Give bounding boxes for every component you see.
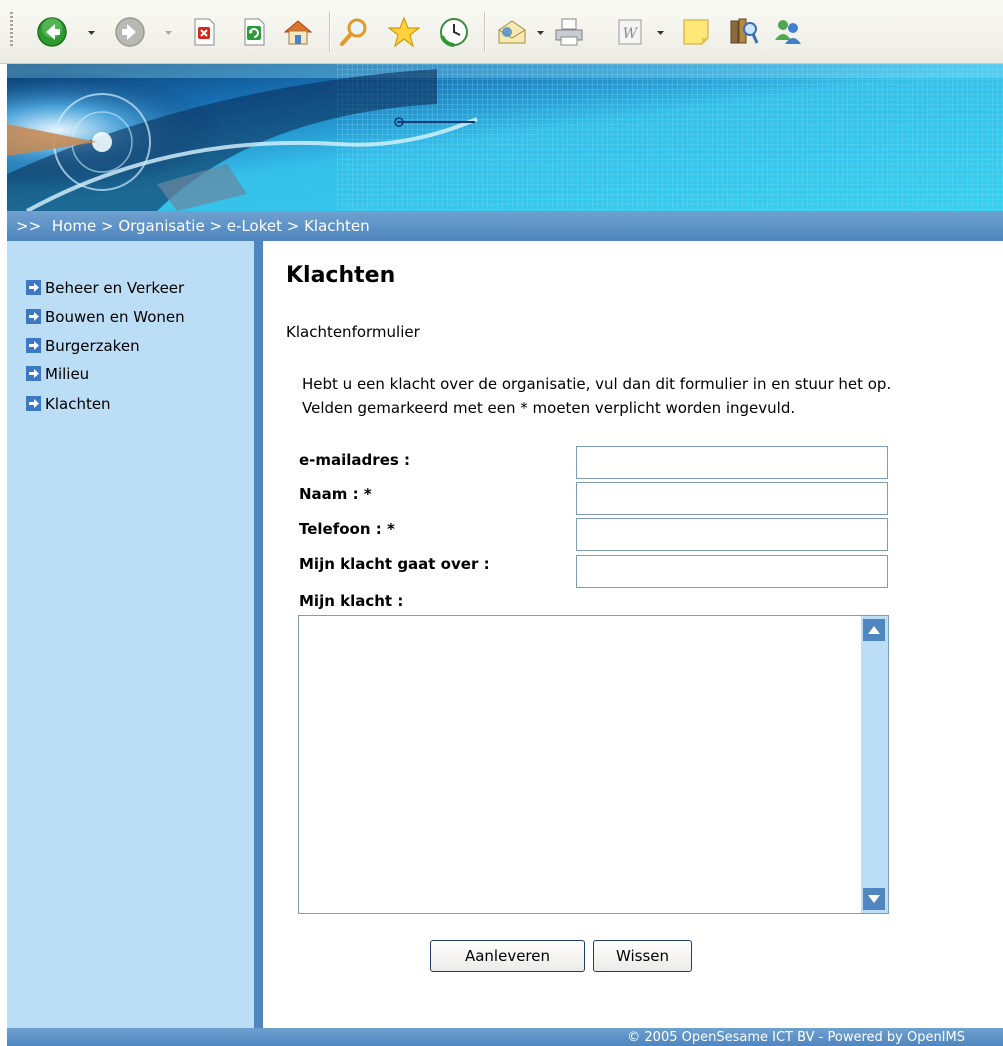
sidebar-item-label: Klachten	[45, 395, 111, 413]
complaint-textarea[interactable]	[299, 616, 859, 913]
phone-field[interactable]	[576, 518, 888, 551]
refresh-icon[interactable]	[238, 16, 270, 48]
mail-icon[interactable]	[496, 16, 528, 48]
favorites-icon[interactable]	[388, 16, 420, 48]
scroll-down-icon[interactable]	[863, 888, 885, 910]
breadcrumb-prefix: >>	[16, 217, 42, 235]
sidebar-item-klachten[interactable]: Klachten	[26, 393, 111, 415]
complaint-label: Mijn klacht :	[299, 592, 404, 610]
breadcrumb: >> Home > Organisatie > e-Loket > Klacht…	[7, 211, 1003, 241]
print-icon[interactable]	[553, 16, 585, 48]
back-icon[interactable]	[36, 16, 68, 48]
email-field[interactable]	[576, 446, 888, 479]
forward-dropdown-icon[interactable]	[165, 29, 172, 36]
breadcrumb-trail[interactable]: Home > Organisatie > e-Loket > Klachten	[52, 217, 370, 235]
arrow-icon	[26, 366, 41, 381]
sidebar-item-label: Milieu	[45, 365, 90, 383]
home-icon[interactable]	[282, 16, 314, 48]
site-banner	[7, 64, 1003, 211]
page-title: Klachten	[286, 263, 396, 288]
toolbar-separator	[484, 12, 486, 52]
phone-label: Telefoon : *	[299, 520, 395, 538]
search-icon[interactable]	[338, 16, 370, 48]
name-field[interactable]	[576, 482, 888, 515]
subject-field[interactable]	[576, 555, 888, 588]
sidebar-item-milieu[interactable]: Milieu	[26, 363, 89, 385]
email-label: e-mailadres :	[299, 451, 411, 469]
messenger-icon[interactable]	[772, 16, 804, 48]
sidebar-item-label: Bouwen en Wonen	[45, 308, 185, 326]
subject-label: Mijn klacht gaat over :	[299, 555, 490, 573]
sidebar-item-label: Burgerzaken	[45, 337, 140, 355]
word-icon[interactable]: W	[614, 16, 646, 48]
footer-copyright: © 2005 OpenSesame ICT BV - Powered by Op…	[627, 1030, 965, 1045]
arrow-icon	[26, 280, 41, 295]
intro-text: Hebt u een klacht over de organisatie, v…	[302, 375, 892, 393]
complaint-textarea-box	[298, 615, 889, 914]
toolbar-separator	[329, 12, 331, 52]
forward-icon[interactable]	[114, 16, 146, 48]
reset-button[interactable]: Wissen	[593, 940, 692, 972]
sidebar-item-burgerzaken[interactable]: Burgerzaken	[26, 335, 140, 357]
word-dropdown-icon[interactable]	[657, 29, 664, 36]
name-label: Naam : *	[299, 485, 372, 503]
sidebar-item-bouwen-en-wonen[interactable]: Bouwen en Wonen	[26, 306, 185, 328]
form-subtitle: Klachtenformulier	[286, 323, 420, 341]
toolbar-grip[interactable]	[10, 12, 13, 48]
arrow-icon	[26, 309, 41, 324]
footer: © 2005 OpenSesame ICT BV - Powered by Op…	[7, 1028, 1003, 1046]
back-dropdown-icon[interactable]	[88, 29, 95, 36]
note-icon[interactable]	[680, 16, 712, 48]
required-fields-note: Velden gemarkeerd met een * moeten verpl…	[302, 399, 796, 417]
sidebar-item-label: Beheer en Verkeer	[45, 279, 185, 297]
mail-dropdown-icon[interactable]	[537, 29, 544, 36]
research-icon[interactable]	[727, 16, 759, 48]
browser-toolbar: W	[0, 0, 1003, 64]
stop-icon[interactable]	[188, 16, 220, 48]
arrow-icon	[26, 396, 41, 411]
arrow-icon	[26, 338, 41, 353]
sidebar-divider	[254, 241, 263, 1028]
svg-text:W: W	[623, 26, 639, 42]
scrollbar[interactable]	[861, 616, 888, 913]
history-icon[interactable]	[438, 16, 470, 48]
sidebar: Beheer en Verkeer Bouwen en Wonen Burger…	[7, 241, 254, 1028]
scroll-up-icon[interactable]	[863, 619, 885, 641]
submit-button[interactable]: Aanleveren	[430, 940, 585, 972]
sidebar-item-beheer-en-verkeer[interactable]: Beheer en Verkeer	[26, 277, 184, 299]
